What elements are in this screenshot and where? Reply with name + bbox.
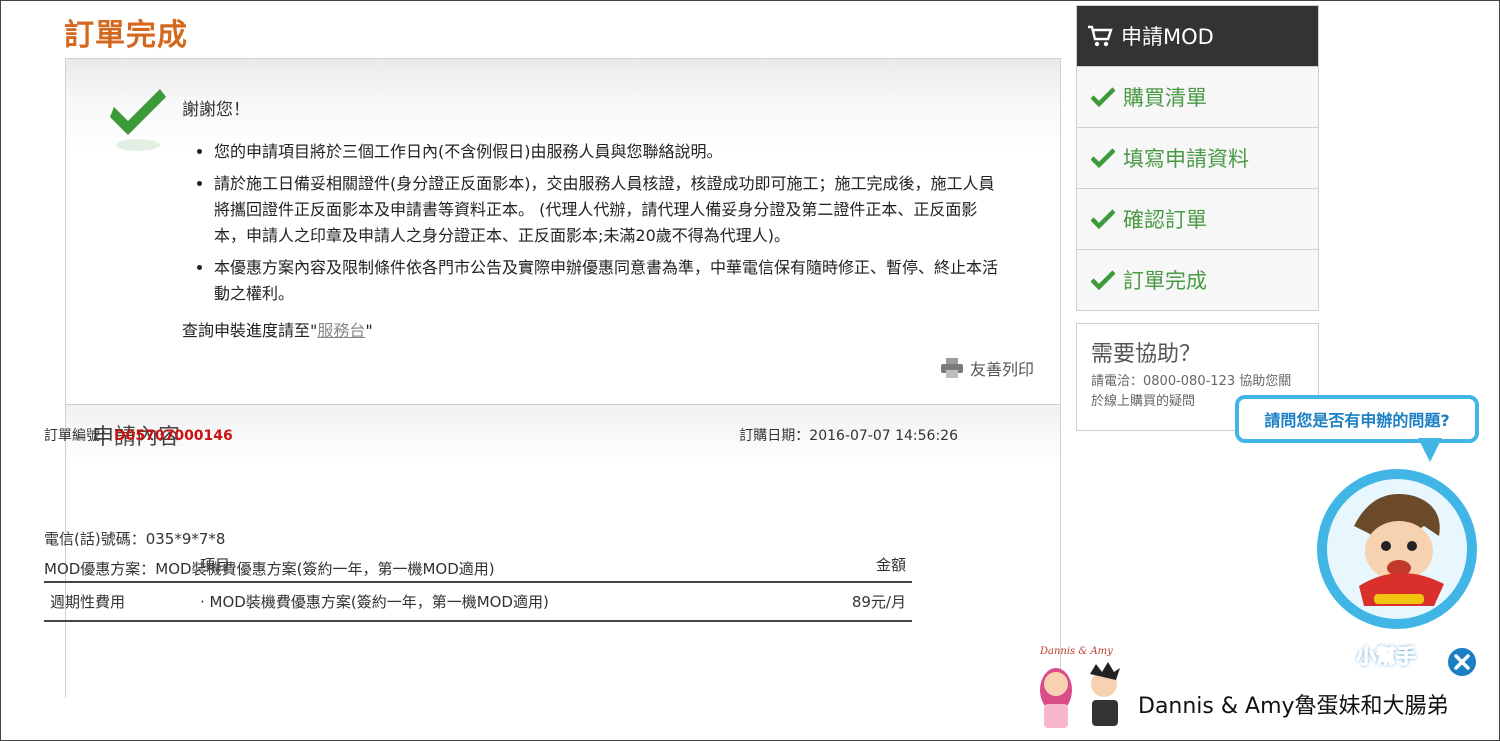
progress-prefix: 查詢申裝進度請至"	[182, 321, 318, 340]
progress-query-text: 查詢申裝進度請至"服務台"	[182, 317, 373, 341]
step-label: 購買清單	[1123, 86, 1207, 110]
notice-item: 本優惠方案內容及限制條件依各門市公告及實際申辦優惠同意書為準，中華電信保有隨時修…	[214, 255, 1004, 307]
step-label: 確認訂單	[1123, 208, 1207, 232]
service-desk-link[interactable]: 服務台	[317, 321, 365, 340]
order-number: 訂單編號：D05707000146	[44, 425, 233, 445]
table-row: 週期性費用 · MOD裝機費優惠方案(簽約一年，第一機MOD適用) 89元/月	[44, 582, 912, 622]
progress-steps-panel: 申請MOD 購買清單 填寫申請資料 確認訂單 訂單完成	[1076, 5, 1319, 311]
notice-item: 請於施工日備妥相關證件(身分證正反面影本)，交由服務人員核證，核證成功即可施工；…	[214, 171, 1004, 249]
check-icon	[1091, 148, 1115, 169]
check-icon	[1091, 209, 1115, 230]
fee-item-cell: · MOD裝機費優惠方案(簽約一年，第一機MOD適用)	[194, 582, 801, 622]
step-shopping-list[interactable]: 購買清單	[1077, 66, 1318, 127]
table-header-item: 項目	[194, 548, 801, 583]
step-label: 訂單完成	[1123, 269, 1207, 293]
helper-bubble-tail	[1418, 438, 1442, 462]
fee-table: 項目 金額 週期性費用 · MOD裝機費優惠方案(簽約一年，第一機MOD適用) …	[44, 548, 912, 622]
success-check-icon	[110, 89, 166, 151]
print-button[interactable]: 友善列印	[940, 356, 1034, 380]
watermark-text: Dannis & Amy魯蛋妹和大腸弟	[1138, 694, 1449, 719]
order-date: 訂購日期：2016-07-07 14:56:26	[739, 428, 958, 444]
order-info-row: 訂單編號：D05707000146 訂購日期：2016-07-07 14:56:…	[44, 425, 958, 445]
printer-icon	[940, 358, 963, 378]
fee-amount-cell: 89元/月	[800, 582, 912, 622]
check-icon	[1091, 87, 1115, 108]
notice-list: 您的申請項目將於三個工作日內(不含例假日)由服務人員與您聯絡說明。 請於施工日備…	[214, 139, 1004, 313]
steps-header: 申請MOD	[1077, 6, 1318, 66]
order-number-value: D05707000146	[114, 428, 233, 444]
helper-mascot-icon[interactable]	[1314, 466, 1480, 632]
step-confirm-order[interactable]: 確認訂單	[1077, 188, 1318, 249]
watermark-signature: Dannis & Amy	[1039, 646, 1113, 657]
table-header-empty	[44, 548, 194, 583]
print-label: 友善列印	[969, 360, 1034, 379]
thanks-title: 謝謝您！	[182, 100, 250, 120]
table-header-amount: 金額	[800, 548, 912, 583]
helper-bubble[interactable]: 請問您是否有申辦的問題?	[1235, 395, 1479, 443]
help-title: 需要協助？	[1091, 342, 1202, 367]
notice-item: 您的申請項目將於三個工作日內(不含例假日)由服務人員與您聯絡說明。	[214, 139, 1004, 165]
steps-header-label: 申請MOD	[1121, 25, 1214, 49]
cart-icon	[1088, 25, 1113, 47]
fee-type-cell: 週期性費用	[44, 582, 194, 622]
step-order-complete[interactable]: 訂單完成	[1077, 249, 1318, 310]
table-header-row: 項目 金額	[44, 548, 912, 583]
progress-suffix: "	[365, 321, 373, 340]
page-title: 訂單完成	[64, 18, 188, 53]
check-icon	[1091, 270, 1115, 291]
step-fill-application[interactable]: 填寫申請資料	[1077, 127, 1318, 188]
step-label: 填寫申請資料	[1123, 147, 1249, 171]
order-number-label: 訂單編號：	[44, 428, 114, 444]
thanks-box: 謝謝您！ 您的申請項目將於三個工作日內(不含例假日)由服務人員與您聯絡說明。 請…	[66, 59, 1060, 405]
phone-number: 電信(話)號碼：035*9*7*8	[44, 530, 226, 548]
